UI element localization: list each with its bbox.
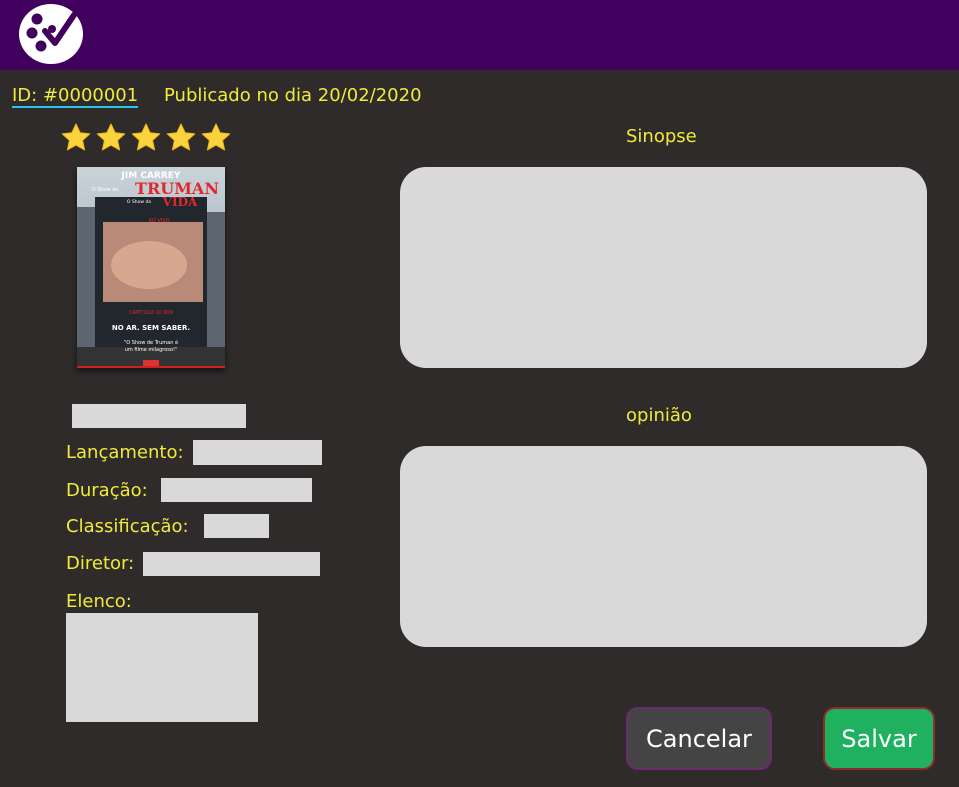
poster-screen-tag: AO VIVO	[148, 218, 169, 224]
opinion-field[interactable]	[400, 446, 927, 647]
synopsis-label: Sinopse	[626, 126, 697, 147]
director-field[interactable]	[143, 552, 320, 576]
published-date: Publicado no dia 20/02/2020	[164, 85, 422, 106]
duration-field[interactable]	[161, 478, 312, 502]
film-reel-check-icon[interactable]	[19, 3, 84, 65]
star-icon[interactable]	[200, 122, 232, 154]
synopsis-field[interactable]	[400, 167, 927, 368]
cast-label: Elenco:	[66, 591, 132, 612]
classification-field[interactable]	[204, 514, 269, 538]
director-label: Diretor:	[66, 553, 135, 574]
star-icon[interactable]	[95, 122, 127, 154]
save-button[interactable]: Salvar	[823, 707, 935, 770]
id-link[interactable]: ID: #0000001	[12, 86, 139, 108]
poster-title-sub: VIDA	[162, 195, 198, 209]
opinion-label: opinião	[626, 405, 692, 426]
duration-label: Duração:	[66, 480, 148, 501]
cancel-button[interactable]: Cancelar	[626, 707, 772, 770]
release-label: Lançamento:	[66, 442, 184, 463]
star-rating[interactable]	[60, 122, 232, 154]
release-field[interactable]	[193, 440, 322, 465]
movie-title-field[interactable]	[72, 404, 246, 428]
poster-tagline: NO AR. SEM SABER.	[112, 324, 190, 332]
top-bar	[0, 0, 959, 70]
star-icon[interactable]	[165, 122, 197, 154]
star-icon[interactable]	[130, 122, 162, 154]
poster-quote-1: "O Show de Truman é	[124, 339, 178, 346]
movie-poster: JIM CARREY O Show de TRUMAN O Show da VI…	[77, 167, 225, 368]
star-icon[interactable]	[60, 122, 92, 154]
cast-field[interactable]	[66, 613, 258, 722]
poster-title-prefix: O Show de	[92, 187, 119, 193]
poster-quote-2: um filme milagroso!"	[125, 347, 178, 353]
poster-title-sub-prefix: O Show da	[127, 199, 151, 205]
poster-chapter: CAPÍTULO 10.909	[129, 309, 173, 316]
classification-label: Classificação:	[66, 516, 189, 537]
